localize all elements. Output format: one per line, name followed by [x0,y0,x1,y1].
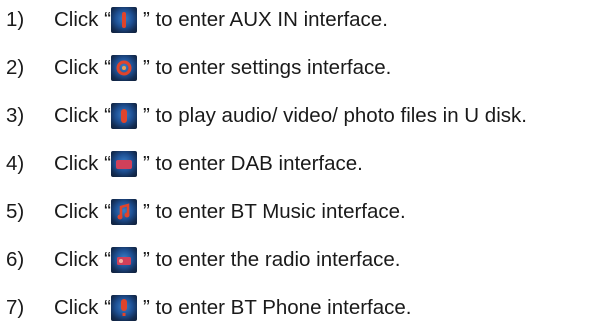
item-number: 2) [6,56,25,79]
item-text: Click “ ” to enter AUX IN interface. [54,7,388,33]
item-text: Click “ ” to enter BT Music interface. [54,199,406,225]
item-number: 3) [6,104,25,127]
list-item: 3) Click “ ” to play audio/ video/ photo… [0,99,613,133]
bt-phone-icon [110,295,137,321]
list-item: 2) Click “ ” to enter settings interface… [0,51,613,85]
item-suffix: ” to enter BT Music interface. [142,200,406,223]
item-prefix: Click “ [54,8,111,31]
list-item: 6) Click “ ” to enter the radio interfac… [0,243,613,277]
item-prefix: Click “ [54,296,111,319]
aux-in-icon [110,7,137,33]
item-prefix: Click “ [54,200,111,223]
item-prefix: Click “ [54,248,111,271]
item-suffix: ” to play audio/ video/ photo files in U… [142,104,527,127]
bt-music-icon [110,199,137,225]
item-number: 1) [6,8,25,31]
item-text: Click “ ” to play audio/ video/ photo fi… [54,103,527,129]
item-suffix: ” to enter DAB interface. [142,152,363,175]
item-text: Click “ ” to enter settings interface. [54,55,391,81]
list-item: 5) Click “ ” to enter BT Music interface… [0,195,613,229]
settings-icon [110,55,137,81]
radio-icon [110,247,137,273]
item-prefix: Click “ [54,152,111,175]
item-prefix: Click “ [54,104,111,127]
list-item: 7) Click “ ” to enter BT Phone interface… [0,291,613,325]
item-suffix: ” to enter the radio interface. [142,248,401,271]
dab-icon [110,151,137,177]
item-number: 4) [6,152,25,175]
item-number: 7) [6,296,25,319]
item-text: Click “ ” to enter DAB interface. [54,151,363,177]
item-suffix: ” to enter AUX IN interface. [142,8,388,31]
item-number: 6) [6,248,25,271]
usb-icon [110,103,137,129]
item-suffix: ” to enter settings interface. [142,56,392,79]
item-text: Click “ ” to enter the radio interface. [54,247,400,273]
instruction-list: 1) Click “ ” to enter AUX IN interface. … [0,0,613,323]
item-number: 5) [6,200,25,223]
item-suffix: ” to enter BT Phone interface. [142,296,412,319]
item-text: Click “ ” to enter BT Phone interface. [54,295,412,321]
list-item: 4) Click “ ” to enter DAB interface. [0,147,613,181]
item-prefix: Click “ [54,56,111,79]
list-item: 1) Click “ ” to enter AUX IN interface. [0,3,613,37]
